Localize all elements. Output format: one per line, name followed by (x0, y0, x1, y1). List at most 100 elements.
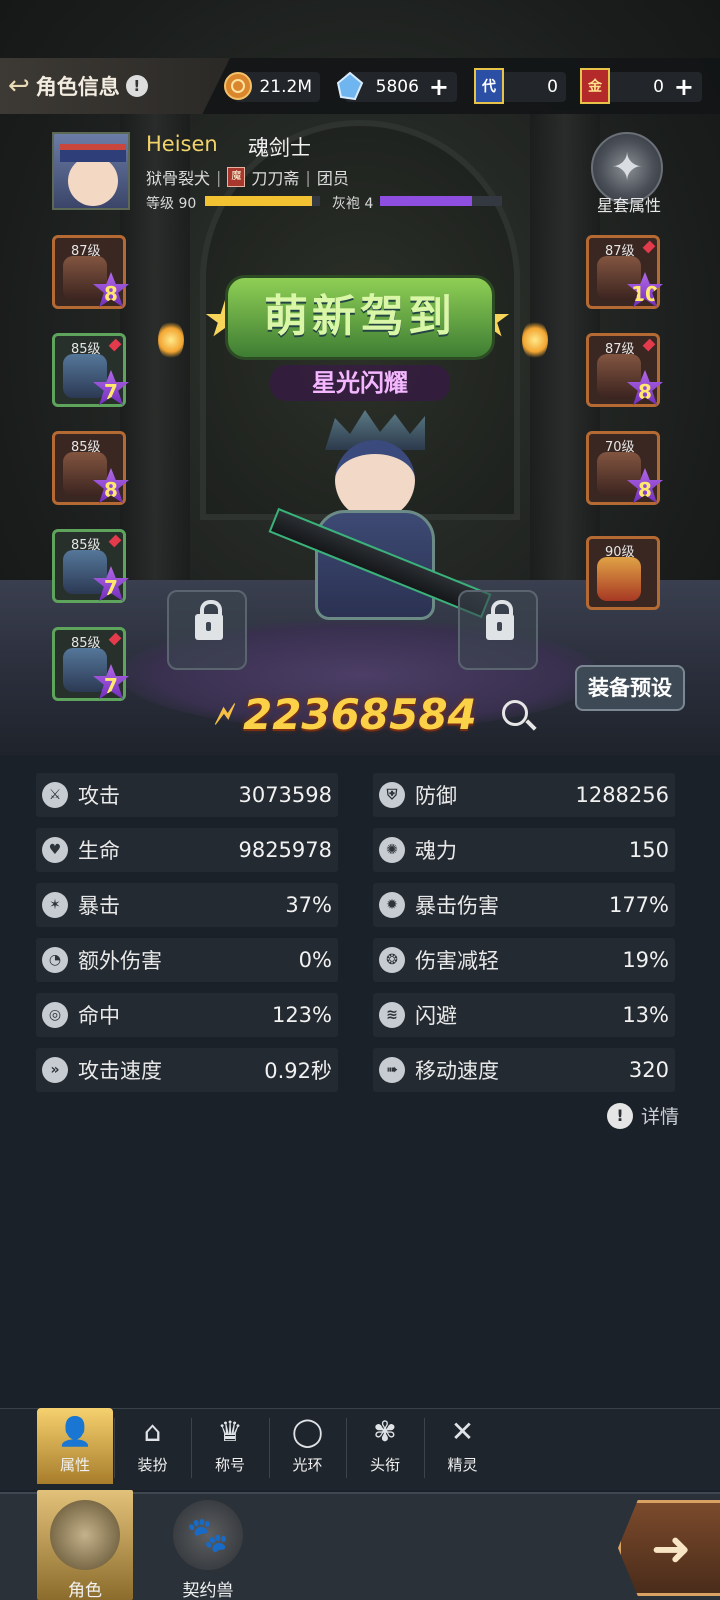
lock-icon (486, 600, 514, 640)
back-button[interactable]: ↩ 角色信息 ! (0, 58, 230, 114)
character-icon (50, 1500, 120, 1570)
stat-value: 123% (271, 1003, 332, 1027)
paw-icon: 🐾 (173, 1500, 243, 1570)
equip-level: 70级 (605, 440, 635, 455)
stat-label: 额外伤害 (78, 949, 162, 973)
tab-person[interactable]: 👤 属性 (37, 1408, 113, 1484)
stat-value: 3073598 (238, 783, 332, 807)
add-red-card-button[interactable]: + (674, 75, 694, 99)
tab-divider (191, 1418, 192, 1478)
gear-icon (63, 550, 107, 594)
divider: | (216, 167, 222, 187)
combat-power-value: 22368584 (242, 690, 477, 739)
torch-icon (158, 320, 184, 360)
equip-slot-right-2[interactable]: 87级 8 (586, 333, 663, 407)
equip-level: 85级 (71, 440, 101, 455)
nav-contract-beast[interactable]: 🐾 契约兽 (160, 1490, 256, 1600)
stat-label: 命中 (78, 1004, 120, 1028)
crystal-icon (335, 68, 365, 104)
hanger-icon: ⌂ (143, 1415, 162, 1448)
damage-reduce-icon: ❂ (379, 947, 405, 973)
details-label: 详情 (641, 1106, 680, 1128)
stat-row: ◔ 额外伤害 0% (36, 938, 338, 982)
blue-card-icon: 代 (474, 68, 504, 104)
equipment-preset-button[interactable]: 装备预设 (575, 665, 685, 711)
tab-divider (268, 1418, 270, 1478)
equip-slot-left-3[interactable]: 85级 8 (52, 431, 129, 505)
equip-level: 87级 (71, 244, 101, 259)
tab-halo[interactable]: ◯ 光环 (270, 1408, 346, 1484)
top-bar: ↩ 角色信息 ! 21.2M 5806 + 代 0 金 0 + (0, 58, 720, 114)
equip-slot-left-4[interactable]: 85级 7 (52, 529, 129, 603)
tab-divider (423, 1418, 425, 1478)
details-button[interactable]: ! 详情 (607, 1102, 679, 1129)
equip-slot-right-1[interactable]: 87级 10 (586, 235, 663, 309)
player-subline: 狱骨裂犬 | 魔 刀刀斋 | 团员 (146, 165, 349, 189)
info-icon[interactable]: ! (125, 75, 148, 97)
tab-spirit[interactable]: ✕ 精灵 (425, 1408, 501, 1484)
nav-label: 角色 (68, 1581, 102, 1600)
player-title: 狱骨裂犬 (146, 169, 211, 188)
tab-hanger[interactable]: ⌂ 装扮 (115, 1408, 191, 1484)
currency-value: 21.2M (259, 77, 312, 97)
character-head (335, 440, 415, 520)
tab-crown[interactable]: ♛ 称号 (192, 1408, 268, 1484)
equip-slot-left-1[interactable]: 87级 8 (52, 235, 129, 309)
equip-level: 85级 (71, 636, 101, 651)
locked-slot-left[interactable] (167, 590, 247, 670)
power-icon: 🗲 (215, 697, 235, 732)
currency-gold: 21.2M (224, 72, 320, 102)
stat-row: ✶ 暴击 37% (36, 883, 338, 927)
red-card-icon: 金 (580, 68, 610, 104)
back-arrow-icon: ↩ (8, 71, 30, 101)
currency-crystal: 5806 + (336, 71, 457, 102)
hp-icon: ♥ (42, 837, 68, 863)
equip-level: 85级 (71, 342, 101, 357)
stat-label: 暴击伤害 (415, 894, 499, 918)
stat-row: ⚔ 攻击 3073598 (36, 773, 338, 817)
equip-slot-special[interactable]: 90级 (586, 536, 660, 610)
gear-icon (63, 256, 107, 300)
nav-character[interactable]: 角色 (37, 1490, 133, 1600)
avatar[interactable] (52, 132, 130, 210)
person-icon: 👤 (57, 1415, 93, 1448)
stat-value: 13% (622, 1003, 669, 1027)
soul-icon: ✺ (379, 837, 405, 863)
stat-value: 150 (628, 838, 669, 862)
equip-slot-right-3[interactable]: 70级 8 (586, 431, 663, 505)
stat-row: ✹ 暴击伤害 177% (373, 883, 675, 927)
gem-icon (108, 338, 122, 352)
stat-value: 9825978 (238, 838, 332, 862)
stat-value: 320 (628, 1058, 669, 1082)
locked-slot-right[interactable] (458, 590, 538, 670)
accuracy-icon: ◎ (42, 1002, 68, 1028)
level-bar (205, 196, 320, 206)
add-crystal-button[interactable]: + (429, 75, 449, 99)
character-model[interactable] (268, 410, 492, 650)
tab-headgear[interactable]: ✾ 头衔 (347, 1408, 423, 1484)
stat-row: ➠ 移动速度 320 (373, 1048, 675, 1092)
tab-label: 属性 (59, 1456, 90, 1474)
stat-value: 1288256 (575, 783, 669, 807)
equip-slot-left-2[interactable]: 85级 7 (52, 333, 129, 407)
star-set-button[interactable]: ✦ 星套属性 (585, 132, 669, 216)
flame-gear-icon (597, 557, 641, 601)
gem-icon (108, 632, 122, 646)
stat-label: 魂力 (415, 839, 457, 863)
stat-row: ⛨ 防御 1288256 (373, 773, 675, 817)
tab-divider (113, 1418, 115, 1478)
tab-label: 装扮 (137, 1456, 168, 1474)
equip-slot-left-5[interactable]: 85级 7 (52, 627, 129, 701)
guild-role: 团员 (316, 169, 349, 188)
nav-label: 契约兽 (182, 1581, 234, 1600)
next-button[interactable]: ➜ (618, 1500, 720, 1596)
tab-label: 称号 (214, 1456, 245, 1474)
info-icon: ! (607, 1102, 633, 1129)
search-icon[interactable] (502, 700, 528, 726)
guild-name[interactable]: 刀刀斋 (251, 165, 299, 189)
crown-icon: ♛ (217, 1415, 243, 1448)
stat-value: 0% (298, 948, 332, 972)
stat-value: 0.92秒 (264, 1059, 332, 1083)
defense-icon: ⛨ (379, 782, 405, 808)
crit-damage-icon: ✹ (379, 892, 405, 918)
